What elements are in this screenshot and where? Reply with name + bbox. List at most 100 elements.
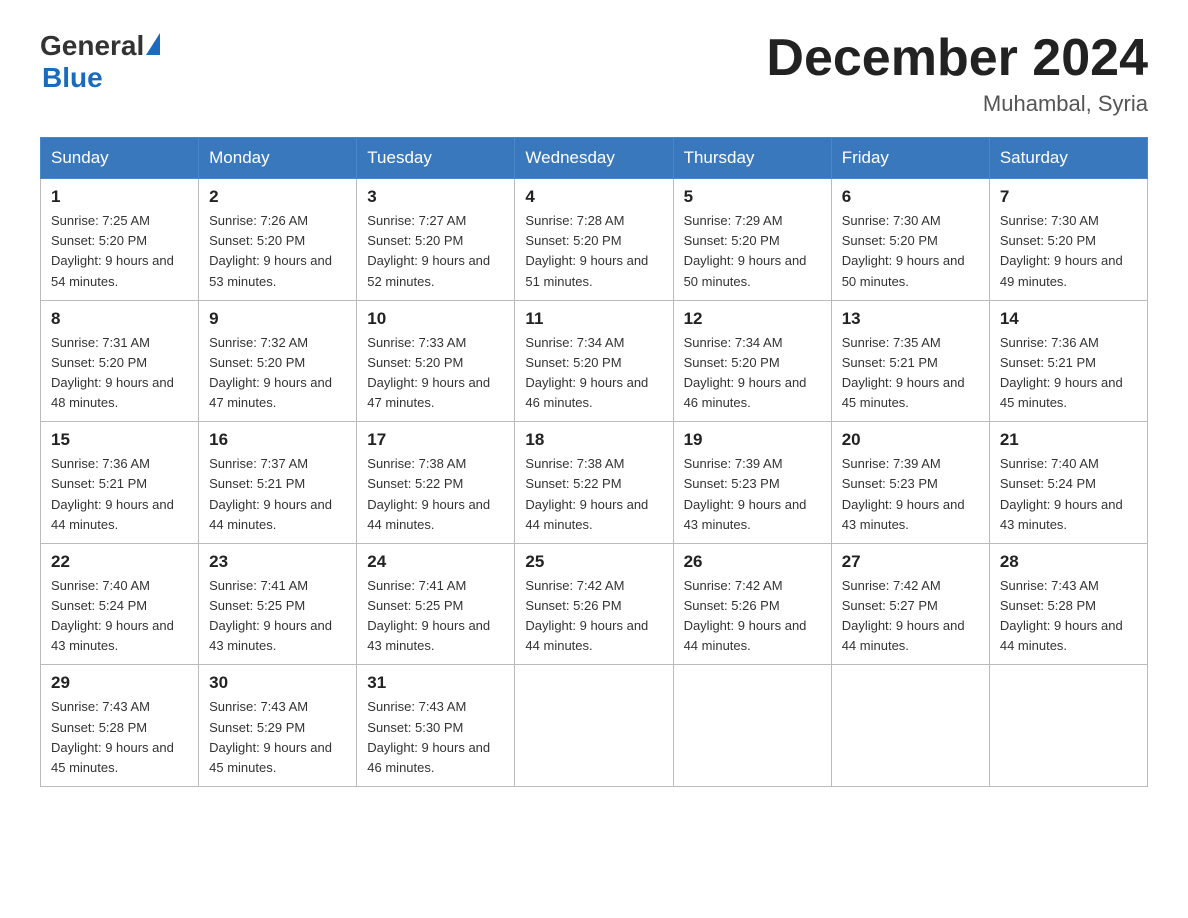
day-info: Sunrise: 7:28 AMSunset: 5:20 PMDaylight:… [525,213,648,288]
day-number: 27 [842,552,979,572]
day-info: Sunrise: 7:41 AMSunset: 5:25 PMDaylight:… [209,578,332,653]
day-info: Sunrise: 7:43 AMSunset: 5:29 PMDaylight:… [209,699,332,774]
calendar-cell: 3 Sunrise: 7:27 AMSunset: 5:20 PMDayligh… [357,179,515,301]
column-header-sunday: Sunday [41,138,199,179]
calendar-cell [673,665,831,787]
page-header: General Blue December 2024 Muhambal, Syr… [40,30,1148,117]
day-info: Sunrise: 7:42 AMSunset: 5:27 PMDaylight:… [842,578,965,653]
day-info: Sunrise: 7:36 AMSunset: 5:21 PMDaylight:… [1000,335,1123,410]
calendar-cell: 23 Sunrise: 7:41 AMSunset: 5:25 PMDaylig… [199,543,357,665]
day-number: 25 [525,552,662,572]
day-number: 12 [684,309,821,329]
day-info: Sunrise: 7:34 AMSunset: 5:20 PMDaylight:… [684,335,807,410]
calendar-cell: 7 Sunrise: 7:30 AMSunset: 5:20 PMDayligh… [989,179,1147,301]
day-info: Sunrise: 7:31 AMSunset: 5:20 PMDaylight:… [51,335,174,410]
day-number: 16 [209,430,346,450]
day-number: 31 [367,673,504,693]
day-info: Sunrise: 7:37 AMSunset: 5:21 PMDaylight:… [209,456,332,531]
calendar-week-row: 1 Sunrise: 7:25 AMSunset: 5:20 PMDayligh… [41,179,1148,301]
day-info: Sunrise: 7:34 AMSunset: 5:20 PMDaylight:… [525,335,648,410]
calendar-cell: 16 Sunrise: 7:37 AMSunset: 5:21 PMDaylig… [199,422,357,544]
calendar-cell: 30 Sunrise: 7:43 AMSunset: 5:29 PMDaylig… [199,665,357,787]
calendar-cell: 29 Sunrise: 7:43 AMSunset: 5:28 PMDaylig… [41,665,199,787]
day-number: 1 [51,187,188,207]
calendar-cell: 2 Sunrise: 7:26 AMSunset: 5:20 PMDayligh… [199,179,357,301]
day-info: Sunrise: 7:26 AMSunset: 5:20 PMDaylight:… [209,213,332,288]
calendar-cell: 22 Sunrise: 7:40 AMSunset: 5:24 PMDaylig… [41,543,199,665]
calendar-cell: 25 Sunrise: 7:42 AMSunset: 5:26 PMDaylig… [515,543,673,665]
day-info: Sunrise: 7:33 AMSunset: 5:20 PMDaylight:… [367,335,490,410]
calendar-cell: 12 Sunrise: 7:34 AMSunset: 5:20 PMDaylig… [673,300,831,422]
calendar-cell: 27 Sunrise: 7:42 AMSunset: 5:27 PMDaylig… [831,543,989,665]
day-info: Sunrise: 7:32 AMSunset: 5:20 PMDaylight:… [209,335,332,410]
day-number: 15 [51,430,188,450]
column-header-friday: Friday [831,138,989,179]
day-info: Sunrise: 7:41 AMSunset: 5:25 PMDaylight:… [367,578,490,653]
calendar-cell: 28 Sunrise: 7:43 AMSunset: 5:28 PMDaylig… [989,543,1147,665]
day-number: 11 [525,309,662,329]
day-number: 22 [51,552,188,572]
day-number: 17 [367,430,504,450]
calendar-cell: 21 Sunrise: 7:40 AMSunset: 5:24 PMDaylig… [989,422,1147,544]
calendar-cell: 4 Sunrise: 7:28 AMSunset: 5:20 PMDayligh… [515,179,673,301]
calendar-cell: 11 Sunrise: 7:34 AMSunset: 5:20 PMDaylig… [515,300,673,422]
calendar-cell: 14 Sunrise: 7:36 AMSunset: 5:21 PMDaylig… [989,300,1147,422]
calendar-cell: 9 Sunrise: 7:32 AMSunset: 5:20 PMDayligh… [199,300,357,422]
day-info: Sunrise: 7:39 AMSunset: 5:23 PMDaylight:… [684,456,807,531]
day-number: 3 [367,187,504,207]
day-info: Sunrise: 7:36 AMSunset: 5:21 PMDaylight:… [51,456,174,531]
day-number: 26 [684,552,821,572]
calendar-week-row: 15 Sunrise: 7:36 AMSunset: 5:21 PMDaylig… [41,422,1148,544]
calendar-cell: 17 Sunrise: 7:38 AMSunset: 5:22 PMDaylig… [357,422,515,544]
logo-triangle-icon [146,33,160,55]
column-header-wednesday: Wednesday [515,138,673,179]
calendar-week-row: 8 Sunrise: 7:31 AMSunset: 5:20 PMDayligh… [41,300,1148,422]
day-info: Sunrise: 7:42 AMSunset: 5:26 PMDaylight:… [525,578,648,653]
calendar-week-row: 29 Sunrise: 7:43 AMSunset: 5:28 PMDaylig… [41,665,1148,787]
calendar-cell: 18 Sunrise: 7:38 AMSunset: 5:22 PMDaylig… [515,422,673,544]
day-number: 23 [209,552,346,572]
location-subtitle: Muhambal, Syria [766,91,1148,117]
month-year-title: December 2024 [766,30,1148,87]
day-number: 8 [51,309,188,329]
day-info: Sunrise: 7:40 AMSunset: 5:24 PMDaylight:… [51,578,174,653]
day-info: Sunrise: 7:43 AMSunset: 5:30 PMDaylight:… [367,699,490,774]
day-number: 9 [209,309,346,329]
calendar-cell: 31 Sunrise: 7:43 AMSunset: 5:30 PMDaylig… [357,665,515,787]
day-number: 2 [209,187,346,207]
logo: General Blue [40,30,160,94]
day-info: Sunrise: 7:30 AMSunset: 5:20 PMDaylight:… [842,213,965,288]
day-number: 30 [209,673,346,693]
calendar-week-row: 22 Sunrise: 7:40 AMSunset: 5:24 PMDaylig… [41,543,1148,665]
day-number: 4 [525,187,662,207]
calendar-cell [515,665,673,787]
day-info: Sunrise: 7:38 AMSunset: 5:22 PMDaylight:… [525,456,648,531]
calendar-cell: 5 Sunrise: 7:29 AMSunset: 5:20 PMDayligh… [673,179,831,301]
calendar-cell: 20 Sunrise: 7:39 AMSunset: 5:23 PMDaylig… [831,422,989,544]
day-info: Sunrise: 7:29 AMSunset: 5:20 PMDaylight:… [684,213,807,288]
day-info: Sunrise: 7:42 AMSunset: 5:26 PMDaylight:… [684,578,807,653]
day-info: Sunrise: 7:25 AMSunset: 5:20 PMDaylight:… [51,213,174,288]
column-header-saturday: Saturday [989,138,1147,179]
day-number: 24 [367,552,504,572]
day-number: 7 [1000,187,1137,207]
day-number: 28 [1000,552,1137,572]
day-info: Sunrise: 7:43 AMSunset: 5:28 PMDaylight:… [51,699,174,774]
calendar-cell: 26 Sunrise: 7:42 AMSunset: 5:26 PMDaylig… [673,543,831,665]
day-info: Sunrise: 7:40 AMSunset: 5:24 PMDaylight:… [1000,456,1123,531]
calendar-header-row: SundayMondayTuesdayWednesdayThursdayFrid… [41,138,1148,179]
day-number: 19 [684,430,821,450]
calendar-cell [989,665,1147,787]
column-header-monday: Monday [199,138,357,179]
column-header-tuesday: Tuesday [357,138,515,179]
calendar-cell: 15 Sunrise: 7:36 AMSunset: 5:21 PMDaylig… [41,422,199,544]
calendar-cell: 24 Sunrise: 7:41 AMSunset: 5:25 PMDaylig… [357,543,515,665]
calendar-cell [831,665,989,787]
calendar-cell: 8 Sunrise: 7:31 AMSunset: 5:20 PMDayligh… [41,300,199,422]
logo-blue-text: Blue [42,62,103,93]
calendar-cell: 10 Sunrise: 7:33 AMSunset: 5:20 PMDaylig… [357,300,515,422]
day-info: Sunrise: 7:38 AMSunset: 5:22 PMDaylight:… [367,456,490,531]
day-number: 21 [1000,430,1137,450]
day-info: Sunrise: 7:43 AMSunset: 5:28 PMDaylight:… [1000,578,1123,653]
calendar-cell: 13 Sunrise: 7:35 AMSunset: 5:21 PMDaylig… [831,300,989,422]
